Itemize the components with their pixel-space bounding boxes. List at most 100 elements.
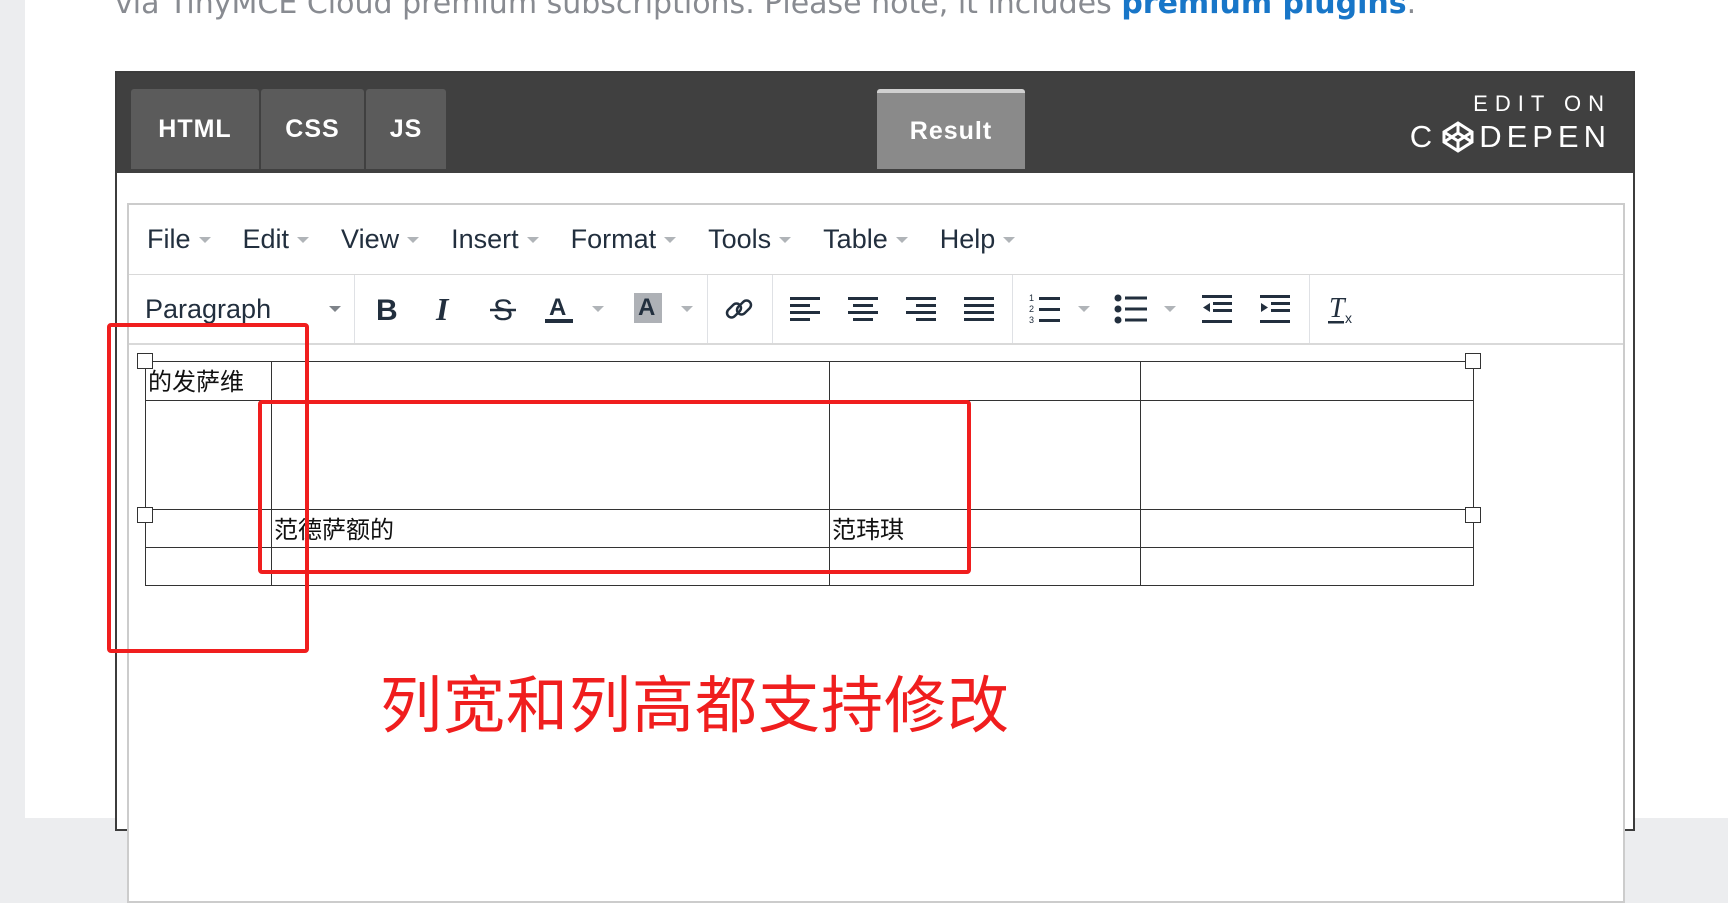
tab-html[interactable]: HTML — [131, 89, 259, 169]
italic-icon: I — [435, 294, 450, 324]
align-right-icon — [906, 297, 936, 321]
align-center-icon — [848, 297, 878, 321]
block-format-value: Paragraph — [145, 293, 272, 324]
menu-format[interactable]: Format — [571, 224, 677, 255]
bullet-list-button[interactable] — [1108, 275, 1154, 343]
menu-insert-label: Insert — [451, 224, 519, 254]
brand-right: DEPEN — [1479, 119, 1611, 154]
menu-edit[interactable]: Edit — [243, 224, 310, 255]
menu-tools[interactable]: Tools — [708, 224, 792, 255]
intro-end: . — [1406, 0, 1417, 21]
table-cell[interactable] — [829, 361, 1141, 401]
bold-icon: B — [376, 294, 398, 324]
menu-file-label: File — [147, 224, 191, 254]
tab-result[interactable]: Result — [877, 89, 1025, 169]
svg-text:2: 2 — [1029, 304, 1034, 314]
table-cell[interactable] — [1140, 400, 1474, 510]
menu-edit-label: Edit — [242, 224, 290, 254]
toolbar-separator — [354, 275, 355, 343]
svg-text:3: 3 — [1029, 315, 1034, 325]
brand-left: C — [1409, 119, 1438, 154]
chevron-down-icon — [1164, 306, 1176, 312]
codepen-cube-icon — [1442, 121, 1474, 153]
numbered-list-dropdown[interactable] — [1068, 275, 1092, 343]
toolbar-separator — [772, 275, 773, 343]
chevron-down-icon — [664, 236, 677, 243]
outdent-button[interactable] — [1192, 275, 1242, 343]
toolbar: Paragraph B I S A A 1 2 3 T x — [129, 275, 1623, 345]
chevron-down-icon — [895, 236, 908, 243]
text-color-button[interactable]: A — [536, 275, 582, 343]
annotation-box-row — [258, 400, 971, 574]
text-color-dropdown[interactable] — [582, 275, 606, 343]
tab-css[interactable]: CSS — [261, 89, 364, 169]
chevron-down-icon — [297, 236, 310, 243]
intro-paragraph: via TinyMCE Cloud premium subscriptions.… — [115, 0, 1416, 21]
chevron-down-icon — [526, 236, 539, 243]
codepen-header: HTML CSS JS Result EDIT ON C DEPEN — [117, 73, 1633, 173]
menu-help-label: Help — [939, 224, 996, 254]
table-cell[interactable] — [1140, 509, 1474, 548]
chevron-down-icon — [1078, 306, 1090, 312]
menu-help[interactable]: Help — [940, 224, 1016, 255]
codepen-logo: C DEPEN — [1410, 119, 1611, 155]
chevron-down-icon — [1003, 236, 1016, 243]
indent-button[interactable] — [1250, 275, 1300, 343]
text-color-icon: A — [545, 294, 573, 323]
bullet-list-icon — [1114, 294, 1147, 324]
edit-on-label: EDIT ON — [1473, 91, 1611, 116]
resize-handle-bottom-right[interactable] — [1465, 507, 1481, 523]
chevron-down-icon — [407, 236, 420, 243]
italic-button[interactable]: I — [420, 275, 470, 343]
chevron-down-icon — [198, 236, 211, 243]
align-left-icon — [790, 297, 820, 321]
align-justify-icon — [964, 297, 994, 321]
resize-handle-top-right[interactable] — [1465, 353, 1481, 369]
background-color-icon: A — [634, 293, 662, 323]
chevron-down-icon — [681, 306, 693, 312]
menu-view[interactable]: View — [341, 224, 420, 255]
chevron-down-icon — [779, 236, 792, 243]
link-button[interactable] — [714, 275, 764, 343]
menu-tools-label: Tools — [708, 224, 772, 254]
svg-text:A: A — [638, 294, 655, 321]
bold-button[interactable]: B — [362, 275, 412, 343]
toolbar-separator — [707, 275, 708, 343]
menu-table-label: Table — [823, 224, 888, 254]
svg-text:B: B — [376, 294, 398, 324]
menu-table[interactable]: Table — [823, 224, 908, 255]
svg-text:A: A — [549, 294, 566, 321]
chevron-down-icon — [592, 306, 604, 312]
tab-js[interactable]: JS — [366, 89, 446, 169]
menu-file[interactable]: File — [147, 224, 211, 255]
bullet-list-dropdown[interactable] — [1154, 275, 1178, 343]
toolbar-separator — [1012, 275, 1013, 343]
table-cell[interactable] — [271, 361, 830, 401]
table-cell[interactable] — [1140, 547, 1474, 586]
svg-text:1: 1 — [1029, 293, 1034, 303]
strikethrough-icon: S — [490, 294, 516, 324]
numbered-list-button[interactable]: 123 — [1022, 275, 1068, 343]
background-color-dropdown[interactable] — [671, 275, 695, 343]
edit-on-codepen-link[interactable]: EDIT ON C DEPEN — [1410, 91, 1611, 155]
svg-text:x: x — [1345, 310, 1352, 325]
premium-plugins-link[interactable]: premium plugins — [1121, 0, 1406, 21]
background-color-button[interactable]: A — [625, 275, 671, 343]
align-left-button[interactable] — [780, 275, 830, 343]
toolbar-separator — [1309, 275, 1310, 343]
table-row: 的发萨维 — [145, 361, 1474, 401]
menubar: File Edit View Insert Format Tools Table… — [129, 205, 1623, 275]
menu-insert[interactable]: Insert — [451, 224, 539, 255]
align-center-button[interactable] — [838, 275, 888, 343]
align-right-button[interactable] — [896, 275, 946, 343]
clear-formatting-icon: Tx — [1328, 293, 1352, 325]
numbered-list-icon: 123 — [1029, 293, 1060, 325]
strikethrough-button[interactable]: S — [478, 275, 528, 343]
annotation-text: 列宽和列高都支持修改 — [380, 669, 1011, 742]
indent-icon — [1260, 295, 1290, 323]
intro-text: via TinyMCE Cloud premium subscriptions.… — [115, 0, 1122, 21]
align-justify-button[interactable] — [954, 275, 1004, 343]
table-cell[interactable] — [1140, 361, 1474, 401]
clear-formatting-button[interactable]: Tx — [1317, 275, 1367, 343]
link-icon — [725, 299, 753, 319]
